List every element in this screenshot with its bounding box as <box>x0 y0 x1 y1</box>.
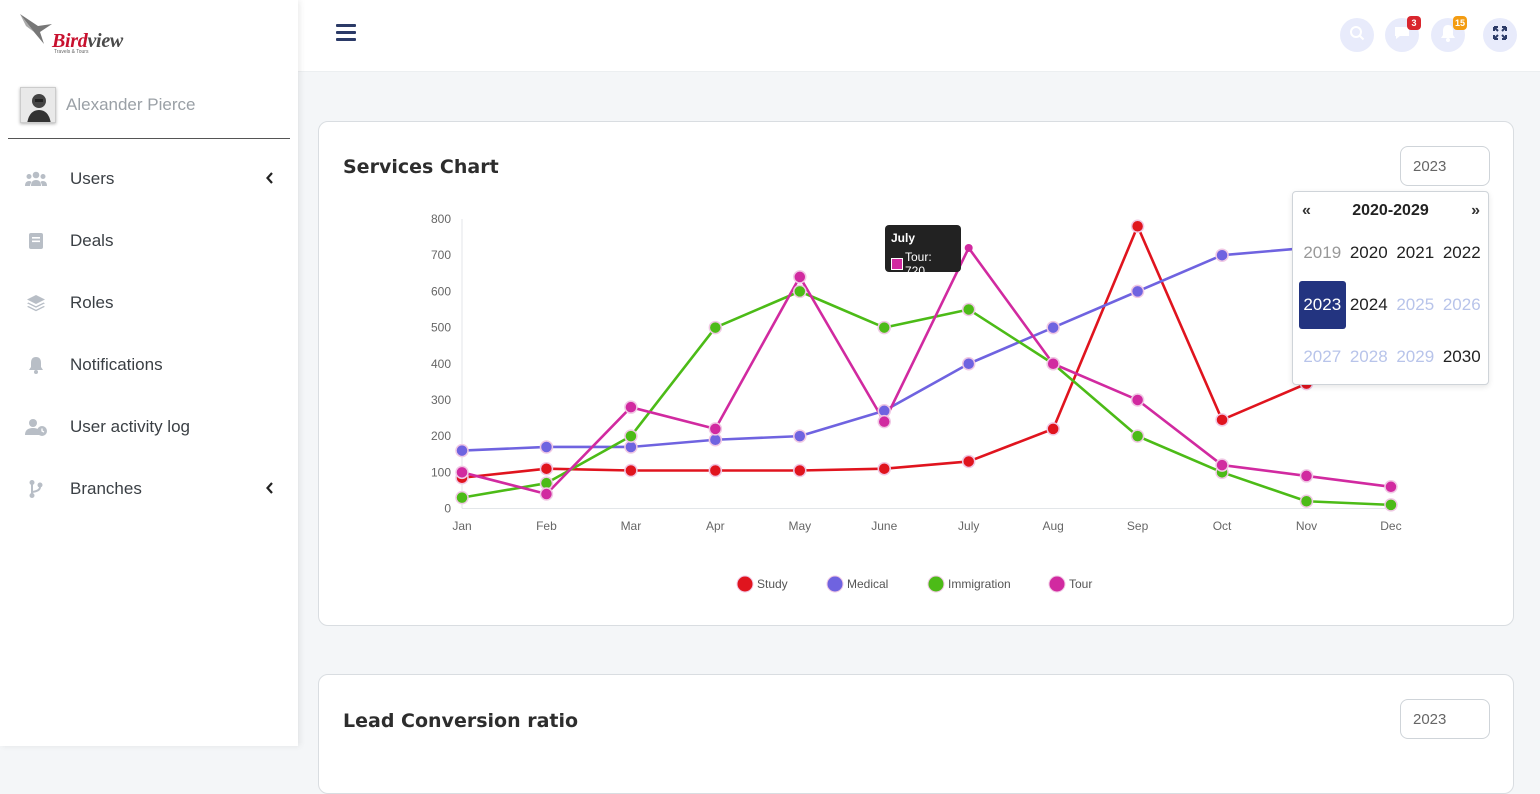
chevron-left-icon <box>266 171 274 189</box>
users-icon <box>24 169 48 189</box>
datepicker-year[interactable]: 2022 <box>1439 227 1486 279</box>
year-input[interactable] <box>1400 146 1490 186</box>
brand-logo[interactable]: Birdview Travels & Tours <box>18 12 138 56</box>
messages-badge: 3 <box>1407 16 1421 30</box>
topbar: 3 15 <box>298 0 1540 72</box>
datepicker-year[interactable]: 2023 <box>1299 281 1346 329</box>
datepicker-year[interactable]: 2020 <box>1346 227 1393 279</box>
sidebar-nav: Users Deals Roles Notifications User act… <box>0 148 298 520</box>
chart-tooltip: July Tour: 720 <box>885 225 961 278</box>
datepicker-year[interactable]: 2028 <box>1346 331 1393 383</box>
user-name: Alexander Pierce <box>66 95 196 114</box>
datepicker-year[interactable]: 2019 <box>1299 227 1346 279</box>
tooltip-swatch <box>891 258 903 270</box>
sidebar-divider <box>8 138 290 139</box>
sidebar-item-roles[interactable]: Roles <box>0 272 298 334</box>
year-datepicker: « 2020-2029 » 2019 2020 2021 2022 2023 2024 20… <box>1292 191 1489 385</box>
search-icon <box>1349 25 1365 46</box>
datepicker-year[interactable]: 2024 <box>1346 279 1393 331</box>
messages-button[interactable]: 3 <box>1385 16 1421 52</box>
user-panel[interactable]: Alexander Pierce <box>20 86 195 124</box>
sidebar-item-label: Notifications <box>70 355 163 374</box>
card-title: Services Chart <box>343 156 499 178</box>
sidebar-item-label: Deals <box>70 231 114 250</box>
datepicker-year[interactable]: 2025 <box>1392 279 1439 331</box>
sidebar-item-user-activity-log[interactable]: User activity log <box>0 396 298 458</box>
datepicker-year[interactable]: 2021 <box>1392 227 1439 279</box>
layers-icon <box>24 293 48 313</box>
datepicker-next[interactable]: » <box>1471 202 1480 220</box>
tooltip-title: July <box>891 231 916 245</box>
sidebar-item-label: Branches <box>70 479 142 498</box>
notifications-button[interactable]: 15 <box>1431 16 1467 52</box>
card-title: Lead Conversion ratio <box>343 710 579 732</box>
datepicker-year[interactable]: 2026 <box>1439 279 1486 331</box>
datepicker-year[interactable]: 2030 <box>1439 331 1486 383</box>
fullscreen-button[interactable] <box>1483 18 1517 52</box>
datepicker-years: 2019 2020 2021 2022 2023 2024 2025 2026 2027 2028… <box>1299 227 1485 383</box>
sidebar: Birdview Travels & Tours Alexander Pierc… <box>0 0 298 746</box>
sidebar-item-label: User activity log <box>70 417 190 436</box>
notifications-badge: 15 <box>1452 16 1467 30</box>
book-icon <box>24 231 48 251</box>
sidebar-item-users[interactable]: Users <box>0 148 298 210</box>
sidebar-item-label: Roles <box>70 293 114 312</box>
user-clock-icon <box>24 417 48 437</box>
year-input[interactable] <box>1400 699 1490 739</box>
bird-icon <box>20 14 52 44</box>
avatar <box>20 87 56 123</box>
datepicker-range[interactable]: 2020-2029 <box>1293 202 1488 220</box>
chevron-left-icon <box>266 481 274 499</box>
sidebar-item-notifications[interactable]: Notifications <box>0 334 298 396</box>
brand-tagline: Travels & Tours <box>54 49 89 55</box>
sidebar-item-label: Users <box>70 169 115 188</box>
datepicker-year[interactable]: 2029 <box>1392 331 1439 383</box>
branch-icon <box>24 479 48 499</box>
lead-conversion-card: Lead Conversion ratio <box>318 674 1514 794</box>
menu-icon[interactable] <box>336 24 356 42</box>
expand-icon <box>1492 25 1508 46</box>
bell-icon <box>24 355 48 375</box>
search-button[interactable] <box>1340 18 1374 52</box>
tooltip-text: Tour: 720 <box>905 250 932 278</box>
datepicker-year[interactable]: 2027 <box>1299 331 1346 383</box>
sidebar-item-branches[interactable]: Branches <box>0 458 298 520</box>
sidebar-item-deals[interactable]: Deals <box>0 210 298 272</box>
